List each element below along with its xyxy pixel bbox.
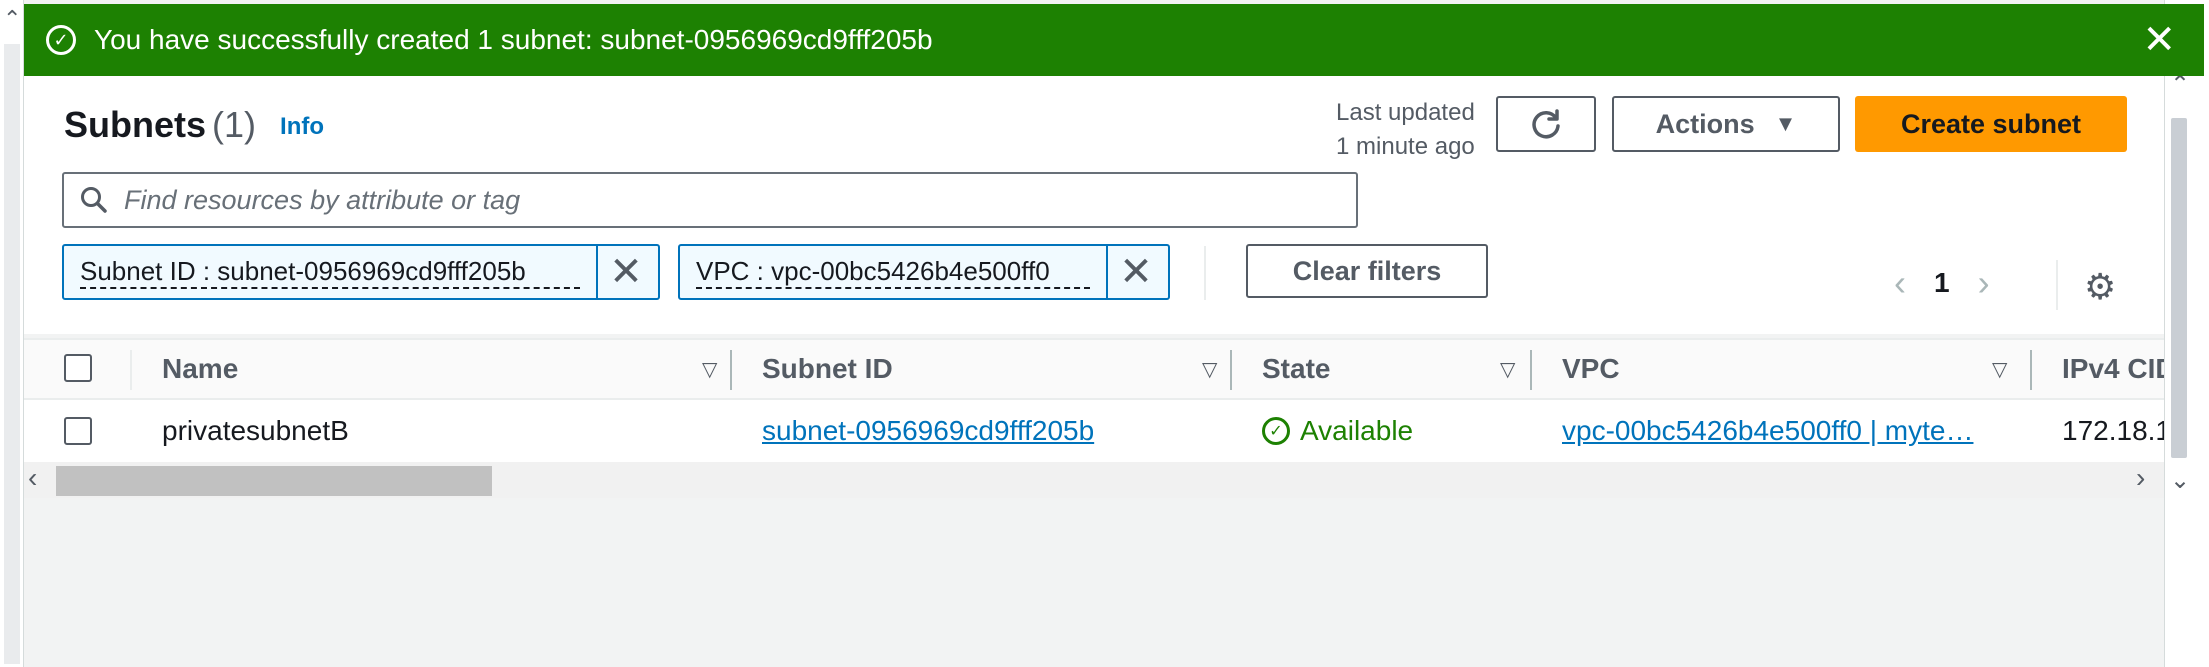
refresh-icon — [1532, 109, 1560, 139]
left-scrollbar-thumb[interactable] — [4, 44, 20, 664]
cell-subnet-id: subnet-0956969cd9fff205b — [762, 400, 1094, 462]
column-header-label: Name — [162, 353, 239, 384]
select-all-checkbox[interactable] — [64, 354, 92, 382]
create-subnet-button[interactable]: Create subnet — [1855, 96, 2127, 152]
search-icon — [64, 185, 124, 215]
status-text: Available — [1300, 415, 1414, 446]
column-header-label: VPC — [1562, 353, 1620, 384]
cell-ipv4-cidr: 172.18.1 — [2062, 415, 2164, 446]
search-bar[interactable] — [62, 172, 1358, 228]
check-circle-icon: ✓ — [1262, 417, 1290, 445]
column-separator[interactable] — [1530, 350, 1532, 390]
right-scrollbar-thumb[interactable] — [2171, 118, 2187, 458]
cell-state: ✓ Available — [1262, 400, 1413, 462]
column-separator[interactable] — [1230, 350, 1232, 390]
last-updated-time: 1 minute ago — [1336, 133, 1475, 160]
close-icon[interactable]: ✕ — [2142, 20, 2176, 60]
caret-down-icon: ▼ — [1774, 111, 1797, 136]
cell-vpc: vpc-00bc5426b4e500ff0 | myte… — [1562, 400, 1973, 462]
search-input[interactable] — [124, 184, 1324, 216]
table-row[interactable]: privatesubnetB subnet-0956969cd9fff205b … — [24, 400, 2164, 462]
last-updated-label: Last updated — [1336, 99, 1475, 126]
column-header-subnet-id[interactable]: Subnet ID ▽ — [762, 340, 1242, 398]
column-header-state[interactable]: State ▽ — [1262, 340, 1522, 398]
panel-header: Subnets (1) Info Last updated 1 minute ag… — [24, 76, 2164, 334]
filter-token-subnet-id: Subnet ID : subnet-0956969cd9fff205b ✕ — [62, 244, 660, 300]
subnet-count: (1) — [212, 104, 257, 145]
success-flashbar: ✓ You have successfully created 1 subnet… — [24, 4, 2204, 76]
pager-divider — [2056, 260, 2058, 310]
info-link[interactable]: Info — [280, 113, 324, 140]
column-header-label: IPv4 CIDR — [2062, 353, 2164, 384]
refresh-button[interactable] — [1496, 96, 1596, 152]
filter-token-label[interactable]: VPC : vpc-00bc5426b4e500ff0 — [696, 255, 1090, 289]
create-subnet-label: Create subnet — [1900, 108, 2082, 139]
sort-icon[interactable]: ▽ — [702, 357, 717, 382]
sort-icon[interactable]: ▽ — [1992, 357, 2007, 382]
row-select-checkbox[interactable] — [64, 417, 92, 445]
column-header-name[interactable]: Name ▽ — [162, 340, 722, 398]
page-title: Subnets (1) Info — [64, 104, 324, 146]
clear-filters-label: Clear filters — [1292, 255, 1442, 286]
column-separator[interactable] — [730, 350, 732, 390]
actions-label: Actions — [1655, 108, 1755, 139]
check-circle-icon: ✓ — [46, 25, 76, 55]
column-separator[interactable] — [2030, 350, 2032, 390]
chevron-left-icon[interactable]: ‹ — [1894, 262, 1906, 304]
remove-filter-close-icon[interactable]: ✕ — [1106, 246, 1164, 298]
scroll-up-arrow-icon[interactable]: ⌃ — [3, 6, 21, 32]
scroll-down-arrow-icon[interactable]: ⌄ — [2170, 466, 2190, 495]
horizontal-scrollbar[interactable]: ‹ › — [24, 462, 2164, 498]
success-message: You have successfully created 1 subnet: … — [94, 24, 933, 55]
sort-icon[interactable]: ▽ — [1500, 357, 1515, 382]
column-header-ipv4-cidr[interactable]: IPv4 CIDR — [2062, 340, 2164, 398]
column-header-label: Subnet ID — [762, 353, 893, 384]
clear-filters-button[interactable]: Clear filters — [1246, 244, 1488, 298]
table-header: Name ▽ Subnet ID ▽ State ▽ VPC ▽ IPv4 CI… — [24, 338, 2164, 400]
subnets-panel: Subnets (1) Info Last updated 1 minute ag… — [24, 76, 2164, 667]
pagination: ‹ 1 › — [1894, 262, 1990, 304]
column-header-label: State — [1262, 353, 1331, 384]
left-scrollbar[interactable]: ⌃ — [0, 0, 24, 667]
status-available: ✓ Available — [1262, 415, 1413, 447]
cell-name: privatesubnetB — [162, 415, 349, 446]
last-updated: Last updated 1 minute ago — [1336, 96, 1475, 164]
scroll-right-arrow-icon[interactable]: › — [2136, 462, 2145, 494]
remove-filter-close-icon[interactable]: ✕ — [596, 246, 654, 298]
page-number[interactable]: 1 — [1934, 267, 1950, 299]
horizontal-scrollbar-thumb[interactable] — [56, 466, 492, 496]
right-scrollbar[interactable]: ⌃ ⌄ — [2164, 0, 2209, 667]
subnet-id-link[interactable]: subnet-0956969cd9fff205b — [762, 415, 1094, 447]
column-header-vpc[interactable]: VPC ▽ — [1562, 340, 2042, 398]
title-text: Subnets — [64, 104, 207, 145]
vpc-link[interactable]: vpc-00bc5426b4e500ff0 | myte… — [1562, 415, 1973, 447]
column-separator — [130, 350, 132, 390]
sort-icon[interactable]: ▽ — [1202, 357, 1217, 382]
actions-dropdown[interactable]: Actions ▼ — [1612, 96, 1840, 152]
filter-token-label[interactable]: Subnet ID : subnet-0956969cd9fff205b — [80, 255, 580, 289]
scroll-left-arrow-icon[interactable]: ‹ — [28, 462, 37, 494]
gear-icon[interactable]: ⚙ — [2084, 266, 2116, 308]
filter-token-vpc: VPC : vpc-00bc5426b4e500ff0 ✕ — [678, 244, 1170, 300]
chevron-right-icon[interactable]: › — [1978, 262, 1990, 304]
filter-divider — [1204, 246, 1206, 300]
